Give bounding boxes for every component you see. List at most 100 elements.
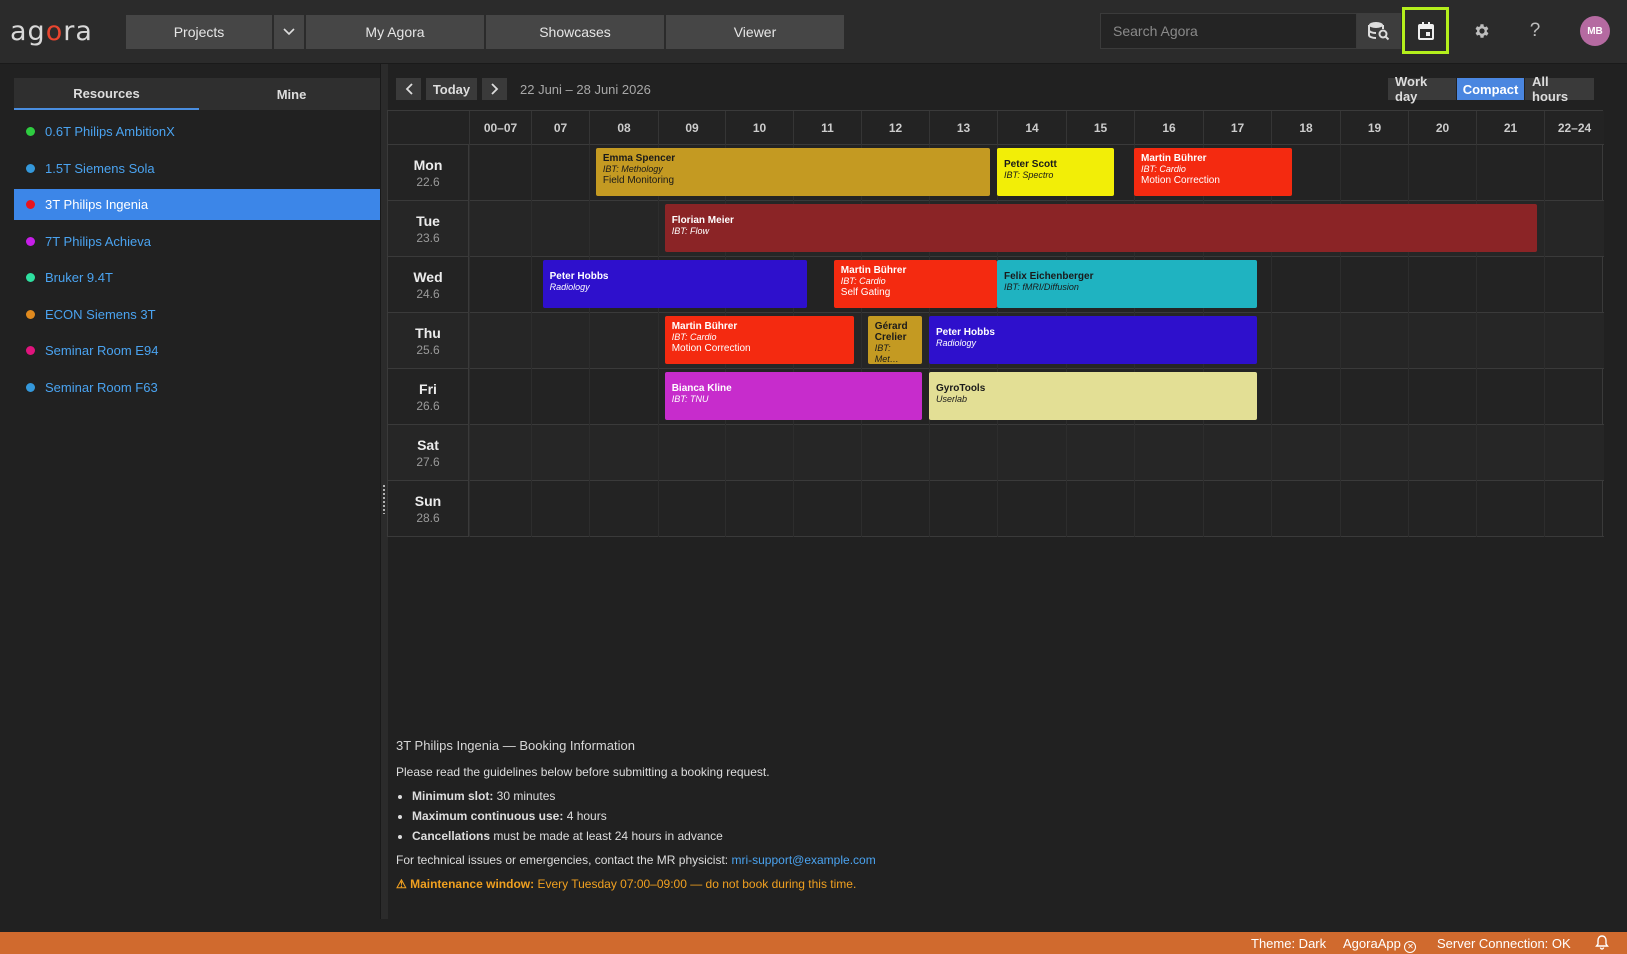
booking-event[interactable]: Bianca Kline IBT: TNU	[664, 372, 923, 420]
booking-event[interactable]: Peter Scott IBT: Spectro	[997, 148, 1114, 196]
day-date: 24.6	[416, 287, 440, 301]
day-date: 28.6	[416, 511, 440, 525]
resource-color-dot	[26, 309, 35, 319]
agora-logo[interactable]: agora	[10, 16, 93, 47]
day-label: Sat 27.6	[388, 425, 469, 481]
booking-user: Gérard Crelier	[874, 321, 908, 343]
booking-user: Martin Bührer	[671, 321, 738, 332]
day-row[interactable]: Mon 22.6	[388, 145, 1604, 201]
resource-item[interactable]: 7T Philips Achieva	[14, 226, 381, 257]
rule-minimum-slot: Minimum slot: 30 minutes	[412, 789, 1496, 803]
resource-color-dot	[26, 200, 35, 209]
hour-column-header: 10	[725, 111, 793, 145]
app-status[interactable]: AgoraApp ✕	[1343, 936, 1417, 953]
booking-topic: Motion Correction	[671, 343, 751, 354]
hour-column-header: 21	[1476, 111, 1544, 145]
day-date: 23.6	[416, 231, 440, 245]
day-row[interactable]: Sun 28.6	[388, 481, 1604, 537]
close-circle-icon: ✕	[1404, 941, 1417, 953]
nav-showcases-button[interactable]: Showcases	[486, 15, 664, 49]
database-search-icon	[1368, 22, 1390, 41]
support-email-link[interactable]: mri-support@example.com	[731, 853, 875, 867]
day-date: 26.6	[416, 399, 440, 413]
booking-event[interactable]: Peter Hobbs Radiology	[929, 316, 1258, 364]
resource-label: ECON Siemens 3T	[45, 306, 156, 322]
booking-event[interactable]: Florian Meier IBT: Flow	[664, 204, 1538, 252]
booking-event[interactable]: Gérard CrelierIBT: Met…Testing	[867, 316, 923, 364]
splitter-grip-icon[interactable]	[382, 484, 386, 514]
resource-item[interactable]: 3T Philips Ingenia	[14, 189, 381, 220]
booking-event[interactable]: Martin Bührer IBT: Cardio Motion Correctio…	[664, 316, 855, 364]
booking-event[interactable]: Felix Eichenberger IBT: fMRI/Diffusion	[997, 260, 1258, 308]
view-work-day-button[interactable]: Work day	[1388, 74, 1456, 104]
resource-item[interactable]: ECON Siemens 3T	[14, 299, 381, 330]
hour-header: 00–07 07 08 09 10 11 12 13 14 15 16 17 18 19 20 21 22–24	[388, 111, 1604, 145]
chevron-left-icon	[405, 83, 413, 95]
calendar-button[interactable]	[1402, 7, 1449, 54]
booking-event[interactable]: Martin Bührer IBT: Cardio Motion Correctio…	[1134, 148, 1292, 196]
projects-dropdown-button[interactable]	[274, 15, 304, 49]
help-button[interactable]: ?	[1521, 17, 1549, 45]
hour-column-header: 15	[1066, 111, 1134, 145]
user-avatar[interactable]: MB	[1580, 16, 1610, 46]
day-name: Sun	[414, 493, 442, 509]
booking-event[interactable]: GyroTools Userlab	[929, 372, 1258, 420]
next-week-button[interactable]	[482, 78, 507, 100]
prev-week-button[interactable]	[396, 78, 421, 100]
day-name: Tue	[416, 213, 440, 229]
resource-item[interactable]: 1.5T Siemens Sola	[14, 153, 381, 184]
booking-group: Userlab	[936, 394, 968, 404]
booking-event[interactable]: Emma Spencer IBT: Methology Field Monitori…	[595, 148, 991, 196]
day-name: Mon	[413, 157, 443, 173]
tab-resources[interactable]: Resources	[14, 78, 199, 110]
resource-item[interactable]: Seminar Room E94	[14, 335, 381, 366]
gear-icon	[1475, 24, 1489, 38]
rule-maximum-use: Maximum continuous use: 4 hours	[412, 809, 1496, 823]
booking-info: 3T Philips Ingenia — Booking Information…	[396, 738, 1496, 901]
day-name: Sat	[417, 437, 439, 453]
nav-projects-button[interactable]: Projects	[126, 15, 272, 49]
theme-status[interactable]: Theme: Dark	[1251, 936, 1326, 951]
booking-group: IBT: fMRI/Diffusion	[1004, 282, 1079, 292]
resource-item[interactable]: Seminar Room F63	[14, 372, 381, 403]
resource-item[interactable]: Bruker 9.4T	[14, 262, 381, 293]
settings-button[interactable]	[1468, 17, 1496, 45]
day-label: Mon 22.6	[388, 145, 469, 201]
booking-group: Radiology	[936, 338, 977, 348]
booking-group: Radiology	[549, 282, 590, 292]
resource-color-dot	[26, 273, 35, 282]
hour-column-header: 13	[929, 111, 997, 145]
day-row[interactable]: Sat 27.6	[388, 425, 1604, 481]
search-input[interactable]	[1101, 14, 1356, 48]
chevron-down-icon	[283, 28, 295, 36]
hour-column-header: 17	[1203, 111, 1271, 145]
day-name: Wed	[413, 269, 443, 285]
resource-color-dot	[26, 236, 35, 246]
view-compact-button[interactable]: Compact	[1457, 78, 1524, 100]
resource-item[interactable]: 0.6T Philips AmbitionX	[14, 116, 381, 147]
booking-info-title: 3T Philips Ingenia — Booking Information	[396, 738, 635, 753]
day-label: Wed 24.6	[388, 257, 469, 313]
booking-event[interactable]: Martin Bührer IBT: Cardio Self Gating	[833, 260, 997, 308]
database-search-button[interactable]	[1357, 13, 1401, 49]
booking-user: Peter Hobbs	[936, 327, 995, 338]
tab-mine[interactable]: Mine	[199, 78, 384, 110]
search-box	[1100, 13, 1357, 49]
today-button[interactable]: Today	[426, 78, 477, 100]
booking-user: Martin Bührer	[1141, 153, 1207, 164]
booking-group: IBT: Met…	[874, 343, 899, 364]
booking-event[interactable]: Peter Hobbs Radiology	[542, 260, 807, 308]
nav-my-agora-button[interactable]: My Agora	[306, 15, 484, 49]
booking-group: IBT: Spectro	[1004, 170, 1054, 180]
resource-label: Seminar Room F63	[45, 379, 158, 395]
notifications-button[interactable]	[1595, 935, 1609, 953]
view-all-hours-button[interactable]: All hours	[1525, 74, 1594, 104]
nav-viewer-button[interactable]: Viewer	[666, 15, 844, 49]
booking-user: Martin Bührer	[840, 265, 907, 276]
hour-column-header: 16	[1134, 111, 1203, 145]
booking-group: IBT: Cardio	[1141, 164, 1186, 174]
hour-column-header: 12	[861, 111, 929, 145]
booking-group: IBT: Cardio	[671, 332, 717, 342]
resource-label: Bruker 9.4T	[45, 270, 113, 285]
chevron-right-icon	[490, 83, 498, 95]
